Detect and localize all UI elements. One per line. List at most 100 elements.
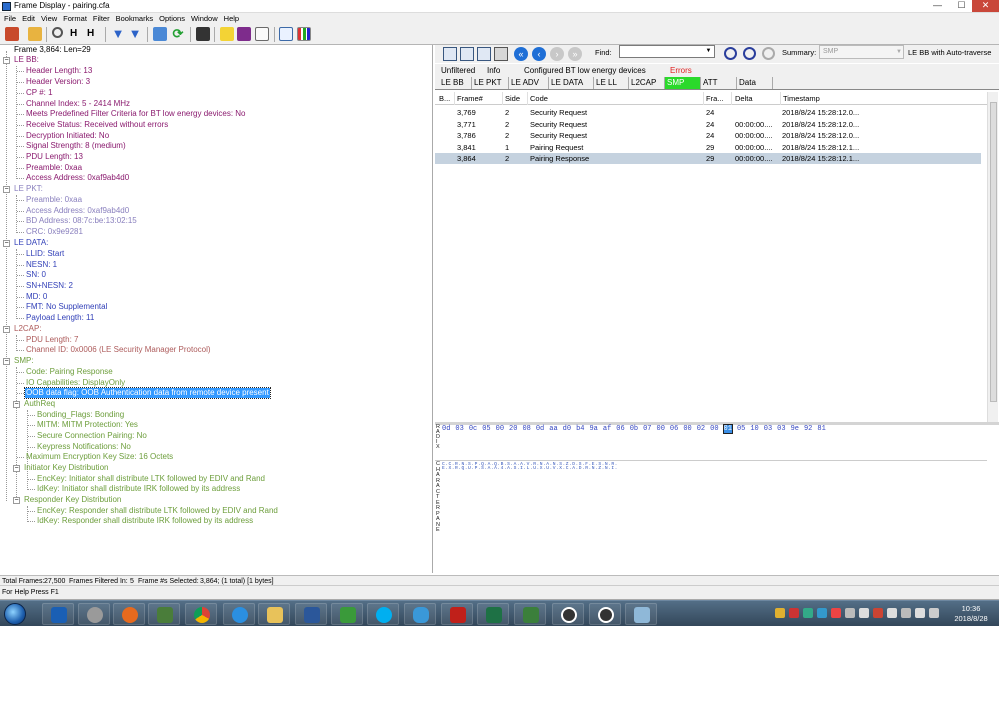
chart-bar-icon[interactable] [297, 27, 311, 41]
tree-field[interactable]: CRC: 0x9e9281 [26, 227, 83, 237]
tree-field[interactable]: Receive Status: Received without errors [26, 120, 168, 130]
note-icon[interactable] [220, 27, 234, 41]
tree-field[interactable]: FMT: No Supplemental [26, 302, 107, 312]
hex-plus-icon[interactable]: H [87, 27, 101, 41]
minimize-button[interactable]: — [924, 0, 951, 12]
tray-icon[interactable] [929, 608, 939, 618]
layers-icon[interactable] [153, 27, 167, 41]
collapse-toggle[interactable]: − [3, 240, 10, 247]
tree-field[interactable]: Keypress Notifications: No [37, 442, 131, 452]
tray-icon[interactable] [789, 608, 799, 618]
tree-field[interactable]: Preamble: 0xaa [26, 195, 82, 205]
hex-byte[interactable]: 08 [522, 425, 530, 433]
chart-line-icon[interactable] [279, 27, 293, 41]
tree-field[interactable]: LLID: Start [26, 249, 64, 259]
tree-field[interactable]: Access Address: 0xaf9ab4d0 [26, 206, 129, 216]
tray-icon[interactable] [803, 608, 813, 618]
hex-byte[interactable]: 06 [670, 425, 678, 433]
hex-byte[interactable]: 05 [482, 425, 490, 433]
initiator-key-node[interactable]: Initiator Key Distribution [24, 463, 108, 473]
binoculars-icon[interactable] [196, 27, 210, 41]
layout-split-icon[interactable] [460, 47, 474, 61]
filter-icon[interactable]: ▼ [111, 27, 125, 41]
maximize-button[interactable]: ☐ [948, 0, 975, 12]
responder-key-node[interactable]: Responder Key Distribution [24, 495, 121, 505]
tab-data[interactable]: Data [737, 77, 773, 89]
hex-byte[interactable]: 05 [737, 425, 745, 433]
hex-byte[interactable]: 01 [722, 424, 733, 434]
chevron-down-icon[interactable]: ▼ [896, 46, 905, 58]
tab-configured-devices[interactable]: Configured BT low energy devices [524, 65, 646, 76]
tree-field[interactable]: MD: 0 [26, 292, 47, 302]
l2cap-node[interactable]: L2CAP: [14, 324, 42, 334]
menu-window[interactable]: Window [188, 13, 221, 24]
hex-byte[interactable]: 10 [750, 425, 758, 433]
collapse-toggle[interactable]: − [3, 57, 10, 64]
tree-field[interactable]: Meets Predefined Filter Criteria for BT … [26, 109, 246, 119]
word-icon[interactable] [295, 603, 327, 625]
menu-options[interactable]: Options [156, 13, 188, 24]
tab-info[interactable]: Info [487, 65, 500, 76]
table-row-selected[interactable]: 3,864 2 Pairing Response 29 00:00:00....… [435, 153, 981, 164]
tree-field[interactable]: Maximum Encryption Key Size: 16 Octets [26, 452, 173, 462]
hex-byte[interactable]: aa [549, 425, 557, 433]
tree-field[interactable]: NESN: 1 [26, 260, 57, 270]
tray-icon[interactable] [831, 608, 841, 618]
hex-byte[interactable]: 9e [791, 425, 799, 433]
hex-byte[interactable]: 0d [536, 425, 544, 433]
chevron-down-icon[interactable]: ▼ [703, 46, 714, 57]
prev-frame-icon[interactable]: ‹ [532, 47, 546, 61]
tree-field[interactable]: Preamble: 0xaa [26, 163, 82, 173]
tab-le-data[interactable]: LE DATA [549, 77, 594, 89]
hex-byte[interactable]: 00 [710, 425, 718, 433]
ie-icon[interactable] [223, 603, 255, 625]
tree-field[interactable]: PDU Length: 13 [26, 152, 83, 162]
smp-node[interactable]: SMP: [14, 356, 34, 366]
tree-field[interactable]: EncKey: Responder shall distribute LTK f… [37, 506, 278, 516]
hex-pane[interactable]: RADIX 0d 03 0c 05 00 20 08 0d aa d0 b4 9a af 06 0b 07 00… [435, 424, 987, 461]
frame-list-scrollbar[interactable] [987, 92, 998, 422]
tree-field[interactable]: SN: 0 [26, 270, 46, 280]
table-row[interactable]: 3,841 1 Pairing Request 29 00:00:00.... … [435, 142, 981, 153]
tray-icon[interactable] [817, 608, 827, 618]
start-button[interactable] [4, 603, 26, 625]
col-frame[interactable]: Frame# [457, 94, 483, 103]
collapse-toggle[interactable]: − [13, 465, 20, 472]
hex-byte[interactable]: d0 [563, 425, 571, 433]
acrobat-icon[interactable] [441, 603, 473, 625]
tray-icon[interactable] [775, 608, 785, 618]
folder-open-icon[interactable] [28, 27, 42, 41]
table-row[interactable]: 3,786 2 Security Request 24 00:00:00....… [435, 130, 981, 141]
le-pkt-node[interactable]: LE PKT: [14, 184, 43, 194]
hex-byte[interactable]: af [603, 425, 611, 433]
decode-tree-pane[interactable]: Frame 3,864: Len=29 − LE BB: Header Leng… [0, 45, 433, 573]
col-delta[interactable]: Delta [735, 94, 753, 103]
hex-byte[interactable]: 03 [455, 425, 463, 433]
hex-byte[interactable]: b4 [576, 425, 584, 433]
first-frame-icon[interactable]: « [514, 47, 528, 61]
tree-field[interactable]: Payload Length: 11 [26, 313, 94, 323]
tab-errors[interactable]: Errors [670, 65, 692, 76]
col-side[interactable]: Side [505, 94, 520, 103]
hex-icon[interactable]: H [70, 27, 84, 41]
collapse-toggle[interactable]: − [3, 326, 10, 333]
tab-le-ll[interactable]: LE LL [594, 77, 629, 89]
menu-file[interactable]: File [0, 13, 19, 24]
tab-le-pkt[interactable]: LE PKT [472, 77, 509, 89]
le-data-node[interactable]: LE DATA: [14, 238, 48, 248]
filter-clear-icon[interactable]: ▼ [128, 27, 142, 41]
tree-field[interactable]: Header Length: 13 [26, 66, 92, 76]
outlook-icon[interactable] [42, 603, 74, 625]
tree-field[interactable]: Bonding_Flags: Bonding [37, 410, 124, 420]
hex-byte[interactable]: 9a [589, 425, 597, 433]
scrollbar-thumb[interactable] [990, 102, 997, 402]
tree-field[interactable]: Code: Pairing Response [26, 367, 113, 377]
table-row[interactable]: 3,769 2 Security Request 24 2018/8/24 15… [435, 107, 981, 118]
tree-field[interactable]: IdKey: Initiator shall distribute IRK fo… [37, 484, 240, 494]
tray-icon[interactable] [845, 608, 855, 618]
tree-field[interactable]: Header Version: 3 [26, 77, 90, 87]
hex-byte[interactable]: 00 [496, 425, 504, 433]
frame-list[interactable]: B... Frame# Side Code Fra... Delta Times… [435, 92, 987, 422]
tree-field[interactable]: PDU Length: 7 [26, 335, 78, 345]
tab-smp[interactable]: SMP [665, 77, 701, 89]
